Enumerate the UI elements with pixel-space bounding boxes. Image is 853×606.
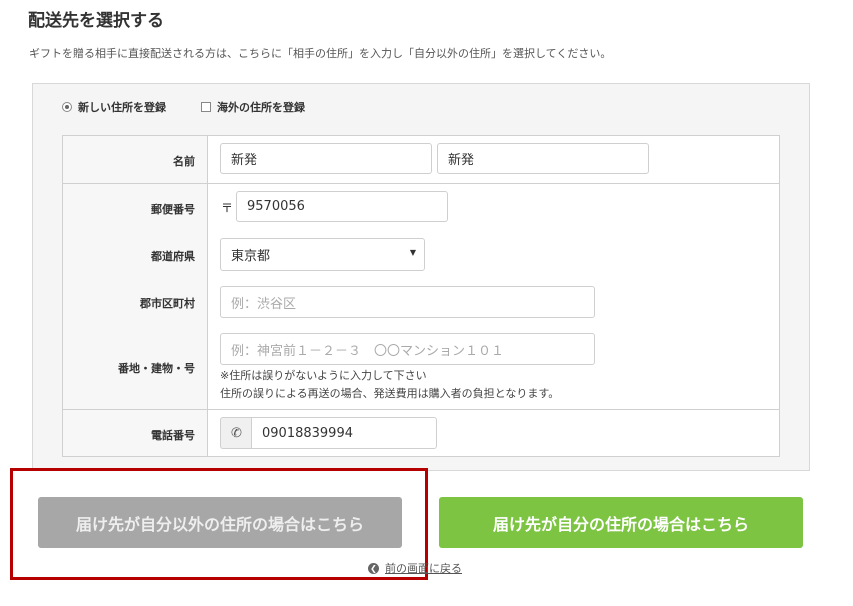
highlight-box (10, 468, 428, 580)
row-divider (63, 409, 779, 410)
new-address-label: 新しい住所を登録 (78, 101, 166, 114)
first-name-input[interactable]: 新発 (437, 143, 649, 174)
phone-icon: ✆ (220, 417, 252, 449)
prefecture-select[interactable]: 東京都 (220, 238, 425, 271)
phone-input[interactable]: 09018839994 (251, 417, 437, 449)
prefecture-label: 都道府県 (151, 250, 195, 263)
street-input[interactable]: 例：神宮前１－２－３ 〇〇マンション１０１ (220, 333, 595, 365)
overseas-address-option[interactable]: 海外の住所を登録 (201, 99, 305, 115)
back-link[interactable]: ❮ 前の画面に戻る (368, 560, 462, 576)
postal-code-input[interactable]: 9570056 (236, 191, 448, 222)
page-description: ギフトを贈る相手に直接配送される方は、こちらに「相手の住所」を入力し「自分以外の… (29, 47, 612, 60)
street-label: 番地・建物・号 (118, 362, 195, 375)
new-address-option[interactable]: 新しい住所を登録 (62, 99, 166, 115)
street-note-cost: 住所の誤りによる再送の場合、発送費用は購入者の負担となります。 (220, 387, 560, 400)
row-divider (63, 183, 779, 184)
chevron-left-circle-icon: ❮ (368, 562, 379, 574)
city-label: 郡市区町村 (140, 297, 195, 310)
name-label: 名前 (173, 155, 195, 168)
city-input[interactable]: 例：渋谷区 (220, 286, 595, 318)
last-name-input[interactable]: 新発 (220, 143, 432, 174)
overseas-address-label: 海外の住所を登録 (217, 101, 305, 114)
prefecture-value: 東京都 (231, 249, 271, 264)
back-link-label: 前の画面に戻る (385, 562, 462, 575)
street-note-warning: ※住所は誤りがないように入力して下さい (220, 369, 427, 382)
radio-selected-icon[interactable] (62, 102, 72, 112)
page-title: 配送先を選択する (28, 11, 164, 31)
phone-label: 電話番号 (151, 429, 195, 442)
postal-prefix: 〒 (221, 201, 234, 215)
postal-label: 郵便番号 (151, 203, 195, 216)
checkbox-icon[interactable] (201, 102, 211, 112)
own-address-button[interactable]: 届け先が自分の住所の場合はこちら (439, 497, 803, 548)
